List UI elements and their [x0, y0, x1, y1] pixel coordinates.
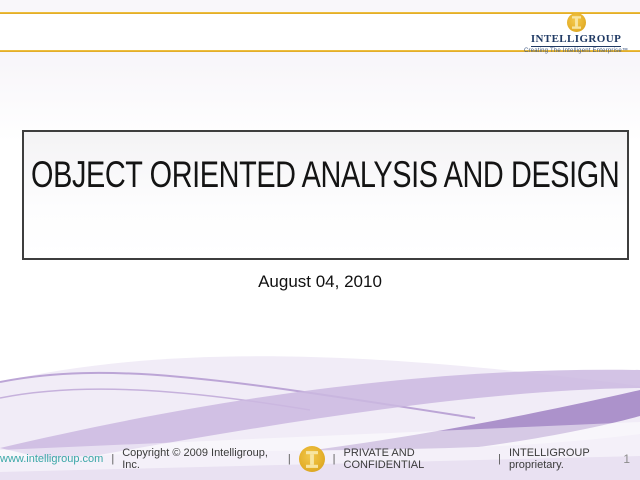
pillar-glyph: [306, 451, 318, 468]
slide-date: August 04, 2010: [0, 272, 640, 292]
intelligroup-logo: INTELLIGROUP Creating The Intelligent En…: [526, 13, 626, 54]
slide-title: OBJECT ORIENTED ANALYSIS AND DESIGN: [24, 132, 494, 196]
page-number: 1: [623, 452, 630, 466]
gold-pillar-coin-icon: [567, 13, 586, 32]
presentation-slide: INTELLIGROUP Creating The Intelligent En…: [0, 0, 640, 480]
footer-separator: |: [111, 453, 114, 465]
footer-separator: |: [288, 453, 291, 465]
confidential-text: PRIVATE AND CONFIDENTIAL: [344, 447, 491, 471]
logo-tagline: Creating The Intelligent Enterprise™: [524, 48, 628, 54]
copyright-text: Copyright © 2009 Intelligroup, Inc.: [122, 447, 280, 471]
footer-separator: |: [333, 453, 336, 465]
header-fade: [0, 52, 640, 142]
title-box: OBJECT ORIENTED ANALYSIS AND DESIGN: [22, 130, 629, 260]
top-strip: [0, 0, 640, 12]
logo-wordmark: INTELLIGROUP: [531, 33, 621, 47]
footer: www.intelligroup.com | Copyright © 2009 …: [0, 446, 640, 472]
footer-separator: |: [498, 453, 501, 465]
proprietary-text: INTELLIGROUP proprietary.: [509, 447, 640, 471]
pillar-glyph: [572, 16, 581, 29]
website-link[interactable]: www.intelligroup.com: [0, 453, 103, 465]
gold-pillar-coin-icon: [299, 446, 325, 472]
